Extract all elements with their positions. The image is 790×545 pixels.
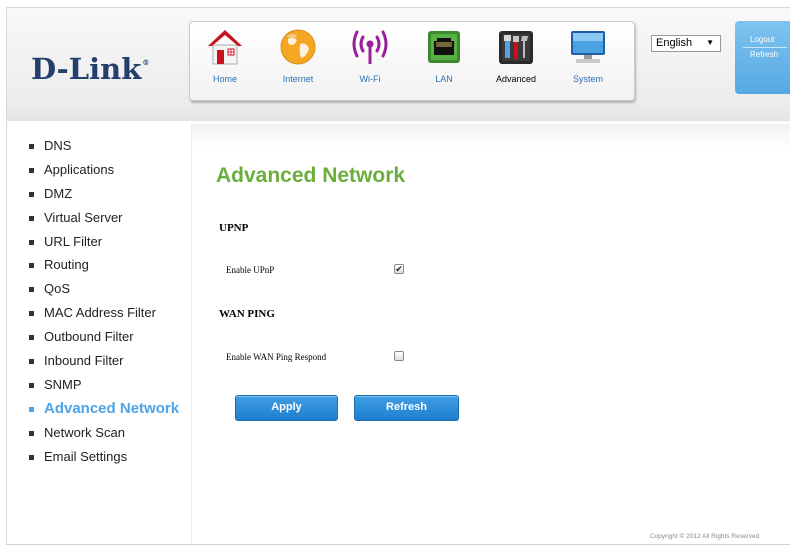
enable-upnp-checkbox[interactable]: ✔ [394, 264, 404, 274]
bullet-icon [29, 311, 34, 317]
sidebar-item-label: QoS [44, 281, 71, 297]
globe-icon [280, 29, 316, 65]
nav-system-label: System [572, 74, 603, 84]
sidebar-item-label: Routing [44, 257, 89, 273]
sidebar-menu: DNS Applications DMZ Virtual Server URL … [27, 137, 179, 471]
upnp-section-heading: UPNP [219, 222, 249, 234]
enable-wan-ping-checkbox[interactable] [394, 351, 404, 361]
sidebar-item-label: SNMP [44, 376, 82, 392]
nav-lan-label: LAN [435, 74, 453, 84]
sidebar-item-label: URL Filter [44, 233, 103, 249]
main-nav: Home Internet Wi-Fi LAN Advanced System [189, 21, 635, 101]
dlink-logo: D-Link® [31, 52, 149, 86]
logo-text: D-Link [31, 52, 142, 86]
sidebar-item-email-settings[interactable]: Email Settings [27, 448, 179, 472]
tools-icon [499, 31, 533, 64]
sidebar-item-label: Network Scan [44, 424, 125, 440]
sidebar-item-dmz[interactable]: DMZ [27, 185, 179, 209]
language-value: English [656, 37, 693, 49]
page-title: Advanced Network [216, 164, 406, 187]
bullet-icon [29, 359, 34, 365]
sidebar-item-url-filter[interactable]: URL Filter [27, 233, 179, 257]
bullet-icon [29, 144, 34, 149]
enable-wan-ping-label: Enable WAN Ping Respond [226, 352, 327, 362]
refresh-button[interactable]: Refresh [354, 395, 459, 421]
refresh-link[interactable]: Refresh [750, 50, 790, 59]
lan-port-icon [428, 31, 460, 63]
sidebar-item-advanced-network[interactable]: Advanced Network [27, 400, 179, 424]
sidebar-item-applications[interactable]: Applications [27, 161, 179, 185]
nav-lan[interactable]: LAN [416, 27, 472, 84]
sidebar-item-virtual-server[interactable]: Virtual Server [27, 209, 179, 233]
sidebar-item-label: Outbound Filter [44, 329, 134, 345]
copyright-text: Copyright © 2012 All Rights Reserved [650, 533, 760, 540]
registered-mark: ® [142, 58, 150, 67]
router-admin-window: D-Link® Home Internet Wi-Fi LAN Advanced… [6, 7, 790, 545]
sidebar-item-inbound-filter[interactable]: Inbound Filter [27, 352, 179, 376]
sidebar-item-network-scan[interactable]: Network Scan [27, 424, 179, 448]
nav-advanced-label: Advanced [495, 74, 537, 84]
bullet-icon [29, 215, 34, 221]
sidebar-item-snmp[interactable]: SNMP [27, 376, 179, 400]
bullet-icon [29, 239, 34, 245]
sidebar-item-label: DMZ [44, 185, 73, 201]
content-panel: Advanced Network UPNP Enable UPnP ✔ WAN … [191, 124, 790, 544]
wan-ping-section-heading: WAN PING [219, 308, 275, 320]
bullet-icon [29, 287, 34, 293]
nav-internet-label: Internet [282, 74, 314, 84]
nav-advanced[interactable]: Advanced [488, 27, 544, 84]
header-bar: D-Link® Home Internet Wi-Fi LAN Advanced… [7, 8, 790, 121]
bullet-icon [29, 335, 34, 341]
apply-button[interactable]: Apply [235, 395, 338, 421]
bullet-icon [29, 454, 34, 460]
sidebar-item-label: Email Settings [44, 448, 128, 464]
sidebar-item-outbound-filter[interactable]: Outbound Filter [27, 328, 179, 352]
nav-wifi[interactable]: Wi-Fi [342, 27, 398, 84]
nav-internet[interactable]: Internet [270, 27, 326, 84]
sidebar-item-label: Virtual Server [44, 209, 123, 225]
bullet-icon [29, 406, 34, 412]
bullet-icon [29, 263, 34, 269]
sidebar-item-routing[interactable]: Routing [27, 256, 179, 280]
home-icon [208, 30, 242, 65]
logout-link[interactable]: Logout [750, 35, 790, 44]
enable-upnp-label: Enable UPnP [226, 265, 275, 275]
sidebar-item-label: Advanced Network [44, 399, 180, 417]
language-select[interactable]: English ▼ [651, 35, 721, 52]
sidebar-item-label: Applications [44, 161, 115, 177]
monitor-icon [571, 31, 605, 63]
nav-wifi-label: Wi-Fi [359, 74, 381, 84]
nav-home-label: Home [212, 74, 237, 84]
bullet-icon [29, 430, 34, 436]
sidebar-item-qos[interactable]: QoS [27, 280, 179, 304]
wifi-icon [352, 30, 388, 64]
nav-home[interactable]: Home [197, 27, 253, 84]
user-box-divider [743, 47, 787, 48]
user-box: Logout Refresh [735, 21, 790, 94]
sidebar-item-label: DNS [44, 138, 72, 153]
sidebar-item-label: MAC Address Filter [44, 305, 156, 321]
bullet-icon [29, 382, 34, 388]
nav-system[interactable]: System [560, 27, 616, 84]
sidebar-item-mac-address-filter[interactable]: MAC Address Filter [27, 304, 179, 328]
chevron-down-icon: ▼ [706, 38, 714, 47]
sidebar-item-label: Inbound Filter [44, 353, 124, 369]
sidebar-item-dns[interactable]: DNS [27, 137, 179, 161]
bullet-icon [29, 167, 34, 173]
bullet-icon [29, 191, 34, 197]
